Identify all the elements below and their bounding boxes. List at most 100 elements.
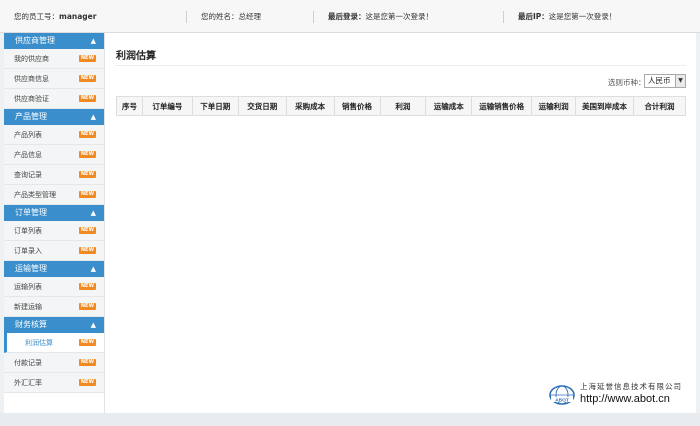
sidebar-item-label: 产品类型管理 — [14, 191, 56, 199]
sidebar-item-label: 供应商信息 — [14, 75, 49, 83]
logo-text: ABOT — [555, 398, 569, 404]
sidebar-item-product-list[interactable]: 产品列表 NEW — [4, 125, 104, 145]
page-title: 利润估算 — [116, 51, 156, 62]
new-badge: NEW — [78, 171, 96, 178]
new-badge: NEW — [78, 95, 96, 102]
main-panel: 利润估算 选则币种： 人民币 ▼ 序号 订单编号 下单日期 交货日期 采购成本 … — [104, 33, 696, 413]
new-badge: NEW — [78, 191, 96, 198]
column-header-index[interactable]: 序号 — [116, 96, 143, 116]
employee-id-label: 您的员工号： — [14, 12, 59, 21]
currency-label: 选则币种： — [608, 78, 646, 87]
chevron-up-icon[interactable]: ▲ — [91, 205, 96, 221]
sidebar-item-label: 产品列表 — [14, 131, 42, 139]
sidebar-item-product-info[interactable]: 产品信息 NEW — [4, 145, 104, 165]
sidebar-item-label: 订单列表 — [14, 227, 42, 235]
company-watermark: ABOT 上海延誉信息技术有限公司 http://www.abot.cn — [548, 380, 688, 410]
chevron-up-icon[interactable]: ▲ — [91, 317, 96, 333]
new-badge: NEW — [78, 283, 96, 290]
new-badge: NEW — [78, 151, 96, 158]
column-header-shipping-sale-price[interactable]: 运输销售价格 — [471, 96, 533, 116]
top-info-bar: 您的员工号：manager 您的姓名：总经理 最后登录：这是您第一次登录！ 最后… — [0, 0, 700, 33]
new-badge: NEW — [78, 75, 96, 82]
new-badge: NEW — [78, 303, 96, 310]
bottom-strip — [0, 413, 700, 426]
column-header-delivery-date[interactable]: 交货日期 — [237, 96, 287, 116]
table-header-row: 序号 订单编号 下单日期 交货日期 采购成本 销售价格 利润 运输成本 运输销售… — [116, 96, 686, 116]
chevron-up-icon[interactable]: ▲ — [91, 261, 96, 277]
column-header-shipping-cost[interactable]: 运输成本 — [425, 96, 473, 116]
last-ip-label: 最后IP： — [518, 12, 549, 21]
last-login-label: 最后登录： — [328, 12, 366, 21]
sidebar-item-label: 利润估算 — [25, 339, 53, 347]
sidebar-item-label: 付款记录 — [14, 359, 42, 367]
new-badge: NEW — [78, 131, 96, 138]
new-badge: NEW — [78, 55, 96, 62]
sidebar-item-label: 产品信息 — [14, 151, 42, 159]
sidebar-item-supplier-info[interactable]: 供应商信息 NEW — [4, 69, 104, 89]
sidebar-item-new-shipping[interactable]: 新建运输 NEW — [4, 297, 104, 317]
divider — [313, 11, 314, 23]
sidebar-item-shipping-list[interactable]: 运输列表 NEW — [4, 277, 104, 297]
sidebar-group-product[interactable]: 产品管理 ▲ — [4, 109, 104, 125]
sidebar-item-query-log[interactable]: 查询记录 NEW — [4, 165, 104, 185]
currency-select[interactable]: 人民币 ▼ — [644, 74, 686, 88]
employee-id-info: 您的员工号：manager — [14, 0, 96, 33]
chevron-up-icon[interactable]: ▲ — [91, 33, 96, 49]
new-badge: NEW — [78, 379, 96, 386]
sidebar-group-title: 财务核算 — [15, 320, 47, 329]
sidebar: 供应商管理 ▲ 我的供应商 NEW 供应商信息 NEW 供应商验证 NEW 产品管理 … — [4, 33, 104, 413]
sidebar-item-exchange-rates[interactable]: 外汇汇率 NEW — [4, 373, 104, 393]
company-url[interactable]: http://www.abot.cn — [580, 393, 670, 405]
user-name-info: 您的姓名：总经理 — [201, 0, 261, 33]
employee-id-value: manager — [59, 12, 97, 21]
profit-table: 序号 订单编号 下单日期 交货日期 采购成本 销售价格 利润 运输成本 运输销售… — [116, 96, 686, 116]
sidebar-item-payment-records[interactable]: 付款记录 NEW — [4, 353, 104, 373]
user-name-label: 您的姓名： — [201, 12, 239, 21]
column-header-shipping-profit[interactable]: 运输利润 — [531, 96, 577, 116]
column-header-sale-price[interactable]: 销售价格 — [333, 96, 381, 116]
divider — [186, 11, 187, 23]
sidebar-group-title: 产品管理 — [15, 112, 47, 121]
company-logo: ABOT — [549, 385, 575, 405]
sidebar-group-title: 运输管理 — [15, 264, 47, 273]
sidebar-item-label: 新建运输 — [14, 303, 42, 311]
chevron-up-icon[interactable]: ▲ — [91, 109, 96, 125]
column-header-us-landed-cost[interactable]: 美国到岸成本 — [575, 96, 635, 116]
chevron-down-icon[interactable]: ▼ — [675, 75, 685, 87]
sidebar-item-product-types[interactable]: 产品类型管理 NEW — [4, 185, 104, 205]
title-divider — [115, 65, 686, 66]
sidebar-item-order-entry[interactable]: 订单录入 NEW — [4, 241, 104, 261]
last-login-value: 这是您第一次登录！ — [365, 12, 434, 21]
new-badge: NEW — [78, 359, 96, 366]
sidebar-item-my-suppliers[interactable]: 我的供应商 NEW — [4, 49, 104, 69]
column-header-order-date[interactable]: 下单日期 — [191, 96, 239, 116]
new-badge: NEW — [78, 247, 96, 254]
user-name-value: 总经理 — [238, 12, 262, 21]
column-header-total-profit[interactable]: 合计利润 — [633, 96, 686, 116]
sidebar-group-supplier[interactable]: 供应商管理 ▲ — [4, 33, 104, 49]
column-header-profit[interactable]: 利润 — [379, 96, 427, 116]
divider — [503, 11, 504, 23]
sidebar-item-profit-estimate[interactable]: 利润估算 NEW — [4, 333, 104, 353]
sidebar-item-label: 外汇汇率 — [14, 379, 42, 387]
column-header-purchase-cost[interactable]: 采购成本 — [285, 96, 335, 116]
new-badge: NEW — [78, 339, 96, 346]
sidebar-group-title: 订单管理 — [15, 208, 47, 217]
last-login-info: 最后登录：这是您第一次登录！ — [328, 0, 433, 33]
sidebar-item-order-list[interactable]: 订单列表 NEW — [4, 221, 104, 241]
company-name: 上海延誉信息技术有限公司 — [580, 382, 682, 391]
currency-select-value: 人民币 — [648, 76, 671, 85]
sidebar-item-label: 供应商验证 — [14, 95, 49, 103]
new-badge: NEW — [78, 227, 96, 234]
sidebar-item-label: 查询记录 — [14, 171, 42, 179]
sidebar-group-orders[interactable]: 订单管理 ▲ — [4, 205, 104, 221]
last-ip-value: 这是您第一次登录！ — [548, 12, 617, 21]
sidebar-item-supplier-verify[interactable]: 供应商验证 NEW — [4, 89, 104, 109]
sidebar-group-finance[interactable]: 财务核算 ▲ — [4, 317, 104, 333]
sidebar-group-shipping[interactable]: 运输管理 ▲ — [4, 261, 104, 277]
sidebar-item-label: 运输列表 — [14, 283, 42, 291]
sidebar-group-title: 供应商管理 — [15, 36, 55, 45]
sidebar-item-label: 订单录入 — [14, 247, 42, 255]
column-header-order-no[interactable]: 订单编号 — [141, 96, 193, 116]
last-ip-info: 最后IP：这是您第一次登录！ — [518, 0, 616, 33]
